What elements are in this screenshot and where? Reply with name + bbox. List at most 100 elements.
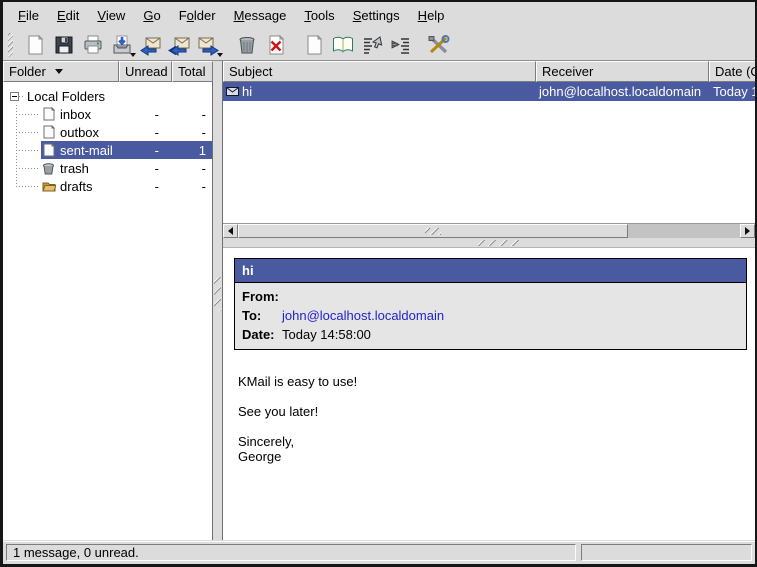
message-preview-pane: hi From: To: john@localhost.localdomain … [223, 248, 755, 540]
folder-row-outbox[interactable]: outbox - - [3, 123, 212, 141]
mail-folder-icon [41, 125, 56, 139]
body-line: George [238, 449, 747, 464]
scrollbar-thumb[interactable] [238, 224, 628, 238]
print-button[interactable] [78, 30, 107, 59]
date-value: Today 14:58:00 [282, 327, 371, 342]
body-line: KMail is easy to use! [238, 374, 747, 389]
sort-descending-icon [55, 69, 63, 74]
apply-filters-button[interactable] [386, 30, 415, 59]
mark-message-icon [361, 34, 383, 56]
message-subject: hi [242, 84, 252, 99]
folder-row-local-folders[interactable]: Local Folders [3, 87, 212, 105]
date-label: Date: [242, 327, 282, 342]
from-label: From: [242, 289, 282, 304]
menu-settings[interactable]: Settings [344, 4, 409, 27]
reply-button[interactable] [136, 30, 165, 59]
trash-icon [236, 34, 258, 56]
apply-filters-icon [390, 34, 412, 56]
menu-edit[interactable]: Edit [48, 4, 88, 27]
menu-tools[interactable]: Tools [295, 4, 343, 27]
message-list-headers: Subject Receiver Date (O [223, 61, 755, 82]
check-mail-button[interactable] [107, 30, 136, 59]
message-header-box: hi From: To: john@localhost.localdomain … [234, 258, 747, 350]
scrollbar-track[interactable] [628, 224, 740, 238]
body-line: See you later! [238, 404, 747, 419]
folder-row-trash[interactable]: trash - - [3, 159, 212, 177]
message-title: hi [235, 259, 746, 283]
vertical-splitter[interactable] [213, 61, 222, 540]
selected-folder-highlight: sent-mail - 1 [41, 141, 212, 159]
folder-row-drafts[interactable]: drafts - - [3, 177, 212, 195]
folder-root-label: Local Folders [27, 89, 105, 104]
collapse-expander-icon[interactable] [10, 92, 19, 101]
folder-row-sent-mail[interactable]: sent-mail - 1 [3, 141, 212, 159]
folder-total-count: - [171, 161, 212, 176]
folder-pane: Folder Unread Total Local Folders inbox … [3, 61, 213, 540]
message-receiver: john@localhost.localdomain [536, 84, 709, 99]
folder-total-count: 1 [171, 143, 212, 158]
arrow-left-icon [228, 227, 233, 235]
folder-total-count: - [171, 179, 212, 194]
menu-file[interactable]: File [9, 4, 48, 27]
toolbar [3, 29, 755, 60]
folder-column-header[interactable]: Folder [3, 61, 119, 82]
scroll-right-button[interactable] [740, 224, 755, 238]
reply-all-button[interactable] [165, 30, 194, 59]
message-body: KMail is easy to use! See you later! Sin… [234, 374, 747, 464]
folder-name: drafts [60, 179, 118, 194]
forward-dropdown-icon [217, 53, 223, 57]
reply-all-icon [168, 34, 191, 56]
menu-go[interactable]: Go [134, 4, 169, 27]
delete-message-button[interactable] [261, 30, 290, 59]
receiver-column-header[interactable]: Receiver [536, 61, 709, 82]
body-line: Sincerely, [238, 434, 747, 449]
new-window-icon [303, 34, 325, 56]
trash-button[interactable] [232, 30, 261, 59]
new-window-button[interactable] [299, 30, 328, 59]
folder-total-count: - [171, 107, 212, 122]
print-icon [82, 34, 104, 56]
horizontal-splitter[interactable] [223, 238, 755, 248]
unread-column-header[interactable]: Unread [119, 61, 172, 82]
reply-icon [139, 34, 162, 56]
folder-unread-count: - [118, 143, 171, 158]
message-list: Subject Receiver Date (O hi john@localho… [223, 61, 755, 238]
main-area: Folder Unread Total Local Folders inbox … [3, 60, 755, 540]
menu-view[interactable]: View [88, 4, 134, 27]
toolbar-handle[interactable] [8, 33, 13, 57]
menu-message[interactable]: Message [225, 4, 296, 27]
horizontal-scrollbar [223, 223, 755, 238]
configure-icon [427, 34, 451, 56]
mark-message-button[interactable] [357, 30, 386, 59]
folder-unread-count: - [118, 125, 171, 140]
save-button[interactable] [49, 30, 78, 59]
folder-row-inbox[interactable]: inbox - - [3, 105, 212, 123]
scroll-left-button[interactable] [223, 224, 238, 238]
to-address-link[interactable]: john@localhost.localdomain [282, 308, 444, 323]
envelope-icon [226, 87, 239, 96]
splitter-grip-icon [478, 240, 520, 246]
message-date: Today 14 [709, 84, 755, 99]
address-book-icon [331, 34, 355, 56]
configure-button[interactable] [424, 30, 453, 59]
statusbar: 1 message, 0 unread. [3, 541, 755, 564]
forward-button[interactable] [194, 30, 223, 59]
status-message-panel: 1 message, 0 unread. [6, 544, 576, 561]
message-row[interactable]: hi john@localhost.localdomain Today 14 [223, 82, 755, 101]
date-column-header[interactable]: Date (O [709, 61, 755, 82]
save-icon [53, 34, 75, 56]
menu-folder[interactable]: Folder [170, 4, 225, 27]
address-book-button[interactable] [328, 30, 357, 59]
trash-folder-icon [41, 162, 56, 175]
folder-name: trash [60, 161, 118, 176]
new-message-button[interactable] [20, 30, 49, 59]
right-area: Subject Receiver Date (O hi john@localho… [222, 61, 755, 540]
folder-name: sent-mail [60, 143, 118, 158]
body-line [238, 389, 747, 404]
to-label: To: [242, 308, 282, 323]
menubar: File Edit View Go Folder Message Tools S… [3, 2, 755, 29]
subject-column-header[interactable]: Subject [223, 61, 536, 82]
menu-help[interactable]: Help [409, 4, 454, 27]
splitter-grip-icon [214, 277, 221, 311]
total-column-header[interactable]: Total [172, 61, 213, 82]
